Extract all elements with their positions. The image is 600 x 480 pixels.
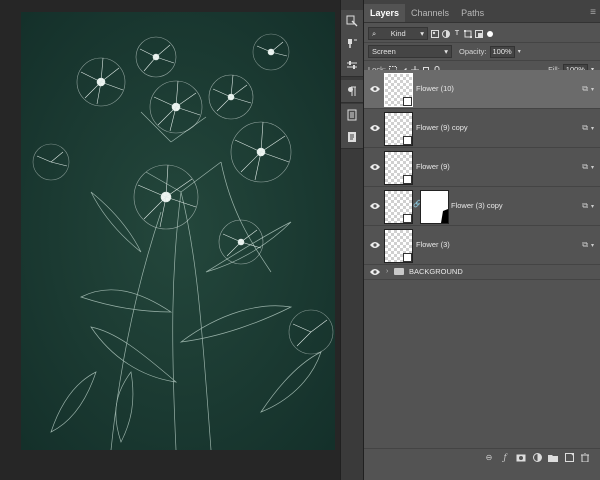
link-layers-icon[interactable]: ⧉ <box>582 162 588 172</box>
filter-type-icon[interactable]: T <box>453 30 461 38</box>
layers-bottom-bar: ⊖ ƒ <box>364 448 600 466</box>
layer-group-background[interactable]: › BACKGROUND <box>364 265 600 280</box>
eye-icon[interactable] <box>370 241 380 249</box>
opacity-dropdown-icon[interactable]: ▾ <box>518 48 521 55</box>
panel-menu-icon[interactable]: ≡ <box>590 4 596 22</box>
floral-artwork <box>21 12 335 450</box>
adjustment-layer-icon[interactable] <box>532 453 542 463</box>
filter-kind-dropdown[interactable]: ⌕ Kind ▾ <box>368 27 428 40</box>
layer-mask-thumbnail[interactable] <box>420 190 449 224</box>
link-layers-icon[interactable]: ⧉ <box>582 123 588 133</box>
canvas-area[interactable] <box>0 0 340 480</box>
new-layer-icon[interactable] <box>564 453 574 463</box>
layer-row-flower-9[interactable]: Flower (9) ⧉ ▾ <box>364 148 600 187</box>
document-canvas[interactable] <box>21 12 335 450</box>
opacity-field[interactable]: 100% <box>489 45 515 58</box>
panel-tab-bar: Layers Channels Paths ≡ <box>364 0 600 23</box>
brush-settings-icon[interactable] <box>341 32 363 54</box>
layer-name[interactable]: Flower (3) <box>416 240 450 249</box>
smart-object-badge-icon <box>403 253 412 262</box>
layer-row-icons: ⧉ ▾ <box>582 240 594 250</box>
chevron-down-icon: ▾ <box>444 47 448 56</box>
trash-icon[interactable] <box>580 453 590 463</box>
layer-thumbnail[interactable] <box>384 190 413 224</box>
group-icon[interactable] <box>548 453 558 463</box>
layer-row-flower-10[interactable]: Flower (10) ⧉ ▾ <box>364 70 600 109</box>
properties-icon[interactable] <box>341 104 363 126</box>
filter-smartobject-icon[interactable] <box>475 29 483 38</box>
opacity-label: Opacity: <box>459 47 487 56</box>
search-icon: ⌕ <box>372 29 377 38</box>
layer-name[interactable]: Flower (9) <box>416 162 450 171</box>
chevron-down-icon[interactable]: ▾ <box>591 203 594 210</box>
link-layers-icon[interactable]: ⧉ <box>582 84 588 94</box>
paragraph-icon[interactable] <box>341 80 363 102</box>
eye-icon[interactable] <box>370 268 380 276</box>
tab-paths[interactable]: Paths <box>455 4 490 22</box>
filter-toggle-icon[interactable] <box>486 30 494 38</box>
tool-group-bottom <box>341 104 363 149</box>
blend-mode-value: Screen <box>372 47 396 56</box>
eye-icon[interactable] <box>370 202 380 210</box>
layer-row-icons: ⧉ ▾ <box>582 123 594 133</box>
layer-thumbnail[interactable] <box>384 151 413 185</box>
filter-row: ⌕ Kind ▾ T <box>364 25 600 42</box>
layer-name[interactable]: BACKGROUND <box>409 267 463 276</box>
tool-group-top <box>341 10 363 77</box>
notes-icon[interactable] <box>341 126 363 148</box>
mask-link-icon[interactable]: 🔗 <box>413 200 422 210</box>
folder-icon <box>394 268 404 275</box>
filter-kind-label: Kind <box>390 29 406 38</box>
eye-icon[interactable] <box>370 85 380 93</box>
eye-icon[interactable] <box>370 163 380 171</box>
history-brush-icon[interactable] <box>341 10 363 32</box>
layer-row-flower-9-copy[interactable]: Flower (9) copy ⧉ ▾ <box>364 109 600 148</box>
layer-name[interactable]: Flower (9) copy <box>416 123 468 132</box>
adjustments-icon[interactable] <box>341 54 363 76</box>
layer-name[interactable]: Flower (3) copy <box>451 201 503 210</box>
link-layers-icon[interactable]: ⧉ <box>582 240 588 250</box>
layer-row-icons: ⧉ ▾ <box>582 201 594 211</box>
tab-channels[interactable]: Channels <box>405 4 455 22</box>
layer-name[interactable]: Flower (10) <box>416 84 454 93</box>
smart-object-badge-icon <box>403 175 412 184</box>
tab-layers[interactable]: Layers <box>364 4 406 22</box>
layers-panel: Layers Channels Paths ≡ ⌕ Kind ▾ T Scree… <box>364 0 600 480</box>
mask-icon[interactable] <box>516 453 526 463</box>
layer-thumbnail[interactable] <box>384 112 413 146</box>
chevron-down-icon[interactable]: ▾ <box>591 86 594 93</box>
filter-adjustment-icon[interactable] <box>442 29 450 38</box>
chevron-down-icon[interactable]: ▾ <box>591 164 594 171</box>
link-icon[interactable]: ⊖ <box>484 453 494 463</box>
chevron-down-icon[interactable]: ▾ <box>591 242 594 249</box>
blend-row: Screen ▾ Opacity: 100% ▾ <box>364 43 600 60</box>
layer-row-flower-3[interactable]: Flower (3) ⧉ ▾ <box>364 226 600 265</box>
layer-list: Flower (10) ⧉ ▾ Flower (9) copy ⧉ ▾ Flow… <box>364 70 600 280</box>
filter-shape-icon[interactable] <box>464 29 472 38</box>
fx-icon[interactable]: ƒ <box>500 453 510 463</box>
layer-row-icons: ⧉ ▾ <box>582 84 594 94</box>
panel-dock-column <box>340 0 364 480</box>
expand-arrow-icon[interactable]: › <box>386 268 388 275</box>
smart-object-badge-icon <box>403 136 412 145</box>
tool-group-mid <box>341 80 363 103</box>
link-layers-icon[interactable]: ⧉ <box>582 201 588 211</box>
layer-thumbnail[interactable] <box>384 229 413 263</box>
layer-row-flower-3-copy[interactable]: 🔗 Flower (3) copy ⧉ ▾ <box>364 187 600 226</box>
eye-icon[interactable] <box>370 124 380 132</box>
filter-pixel-icon[interactable] <box>431 29 439 38</box>
smart-object-badge-icon <box>403 214 412 223</box>
blend-mode-dropdown[interactable]: Screen ▾ <box>368 45 452 58</box>
chevron-down-icon[interactable]: ▾ <box>591 125 594 132</box>
chevron-down-icon: ▾ <box>420 29 424 38</box>
layer-thumbnail[interactable] <box>384 73 413 107</box>
smart-object-badge-icon <box>403 97 412 106</box>
layer-row-icons: ⧉ ▾ <box>582 162 594 172</box>
